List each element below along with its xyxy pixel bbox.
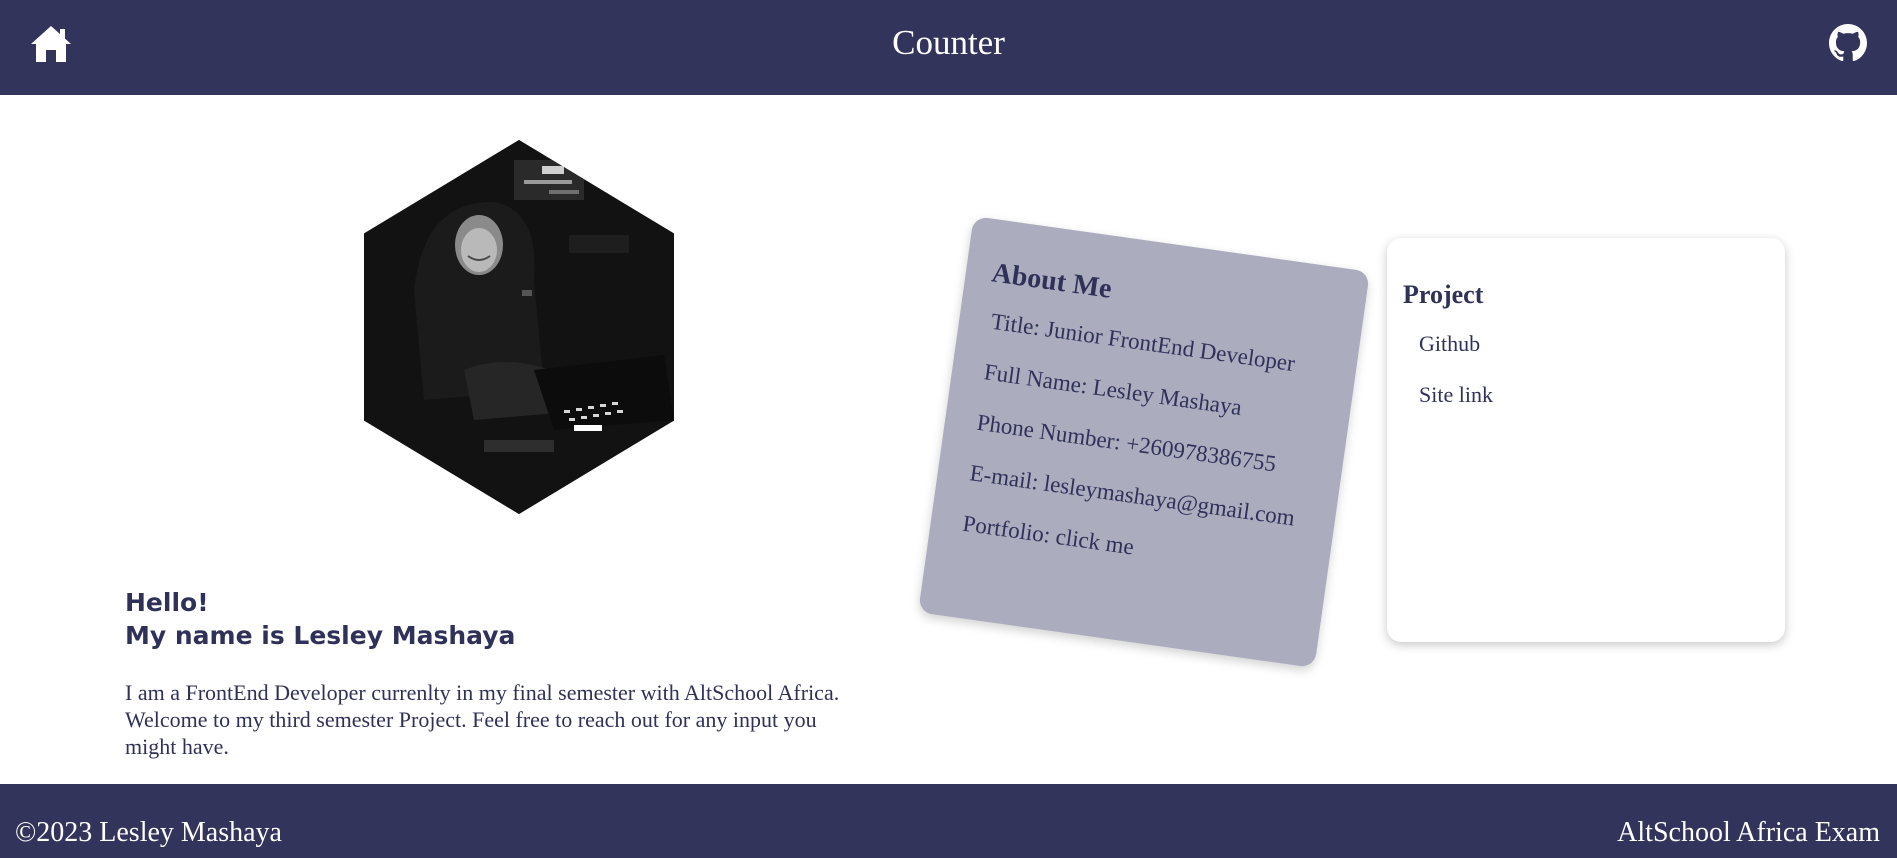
page-title: Counter (892, 23, 1005, 62)
project-github-link[interactable]: Github (1419, 330, 1769, 357)
footer: ©2023 Lesley Mashaya AltSchool Africa Ex… (0, 784, 1897, 858)
portfolio-link[interactable]: click me (1054, 524, 1135, 560)
footer-copyright: ©2023 Lesley Mashaya (15, 817, 282, 848)
github-icon-graphic (1829, 24, 1867, 62)
project-title: Project (1403, 280, 1484, 309)
greeting-line-name: My name is Lesley Mashaya (125, 621, 516, 650)
project-site-link[interactable]: Site link (1419, 381, 1769, 408)
intro-paragraph: I am a FrontEnd Developer currenlty in m… (125, 680, 840, 759)
project-card: Project Github Site link (1387, 238, 1785, 642)
hooded-person-laptop-photo (364, 140, 674, 514)
greeting-heading: Hello! My name is Lesley Mashaya (125, 586, 515, 652)
greeting-line-hello: Hello! (125, 588, 209, 617)
top-navbar: Counter (0, 0, 1897, 95)
about-me-card: About Me Title: Junior FrontEnd Develope… (918, 216, 1370, 668)
footer-exam-label: AltSchool Africa Exam (1617, 817, 1880, 848)
github-icon[interactable] (1829, 24, 1867, 62)
profile-avatar (364, 140, 674, 514)
portfolio-label: Portfolio: (961, 510, 1058, 549)
